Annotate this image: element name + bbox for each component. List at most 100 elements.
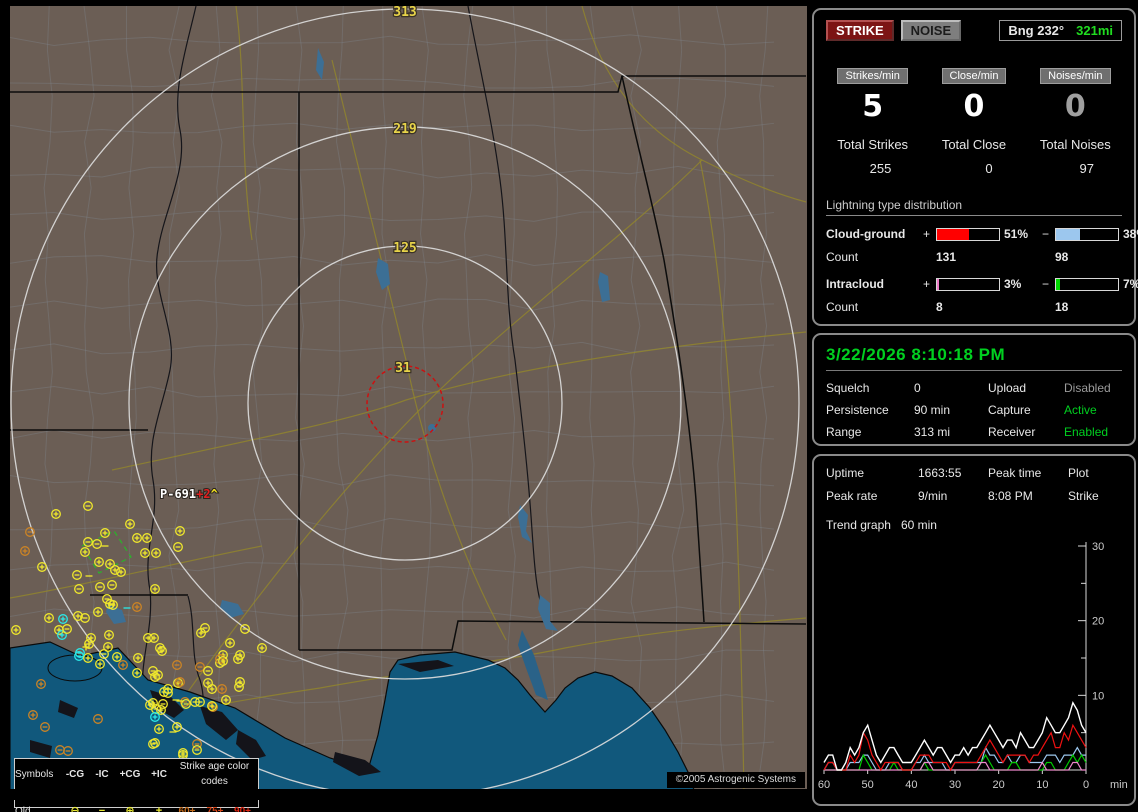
strike-legend: Symbols -CG -IC +CG +IC Strike age color… <box>14 758 259 812</box>
peak-time-label: Peak time <box>988 466 1042 480</box>
noises-per-min-label: Noises/min <box>1040 68 1111 84</box>
plot-value: Strike <box>1068 489 1099 503</box>
noises-per-min-value: 0 <box>1064 89 1086 124</box>
svg-text:min: min <box>1110 779 1128 791</box>
svg-text:30: 30 <box>949 779 961 791</box>
intracloud-counts: Count 8 18 <box>826 300 1122 314</box>
trend-graph: 10 20 30 60 50 40 30 20 10 0 min <box>818 541 1128 791</box>
total-noises-label: Total Noises <box>1039 137 1111 152</box>
range-value: 313 mi <box>914 425 951 439</box>
intracloud-label: Intracloud <box>826 277 885 291</box>
peak-rate-value: 9/min <box>918 489 948 503</box>
peak-time-value: 8:08 PM <box>988 489 1033 503</box>
svg-text:50: 50 <box>862 779 874 791</box>
old-cg-neg-icon: ⊖ <box>70 805 80 812</box>
age-code-90: 90+ <box>234 806 251 812</box>
svg-text:20: 20 <box>993 779 1005 791</box>
bearing-readout: Bng 232° 321mi <box>999 20 1122 41</box>
ring-label-219: 219 <box>393 122 416 137</box>
bearing-distance: 321mi <box>1076 23 1113 38</box>
old-ic-pos-icon: + <box>155 805 163 812</box>
intracloud-row: Intracloud + 3% − 7% <box>826 277 1138 291</box>
old-ic-neg-icon: − <box>98 805 106 812</box>
minus-sign: − <box>1042 277 1050 291</box>
age-code-75: 75+ <box>206 806 224 812</box>
strikes-per-min-value: 5 <box>862 89 884 124</box>
ic-count-label: Count <box>826 300 859 314</box>
minus-sign: − <box>1042 227 1050 241</box>
strikes-per-min-label: Strikes/min <box>837 68 908 84</box>
ic-pos-count: 8 <box>936 300 943 314</box>
close-per-min-label: Close/min <box>941 68 1007 84</box>
trend-graph-label: Trend graph <box>826 518 891 532</box>
total-close-label: Total Close <box>941 137 1007 152</box>
strike-button[interactable]: STRIKE <box>826 20 894 41</box>
ic-neg-pct: 7% <box>1123 277 1138 291</box>
range-label: Range <box>826 425 862 439</box>
map-canvas: 313 219 125 31 P-691+2^ <box>10 6 807 800</box>
peak-rate-label: Peak rate <box>826 489 878 503</box>
svg-text:10: 10 <box>1036 779 1048 791</box>
cloud-ground-counts: Count 131 98 <box>826 250 1122 264</box>
cg-pos-count: 131 <box>936 250 957 264</box>
upload-label: Upload <box>988 381 1027 395</box>
legend-col-cg-neg: -CG <box>65 768 85 780</box>
noise-button[interactable]: NOISE <box>900 20 962 41</box>
ring-label-313: 313 <box>393 6 416 20</box>
total-strikes-label: Total Strikes <box>837 137 909 152</box>
upload-status: Disabled <box>1064 381 1111 395</box>
persistence-label: Persistence <box>826 403 889 417</box>
legend-age-title: Strike age color codes <box>179 761 250 787</box>
plus-sign: + <box>923 227 931 241</box>
storm-cell-label: P-691+2^ <box>160 487 218 501</box>
age-code-60: 60+ <box>178 806 196 812</box>
legend-col-cg-pos: +CG <box>119 768 141 780</box>
persistence-value: 90 min <box>914 403 951 417</box>
plus-sign: + <box>923 277 931 291</box>
status-panel: 3/22/2026 8:10:18 PM Squelch 0 Upload Di… <box>812 333 1136 446</box>
trend-panel: Uptime 1663:55 Peak time Plot Peak rate … <box>812 454 1136 806</box>
capture-label: Capture <box>988 403 1031 417</box>
capture-status: Active <box>1064 403 1097 417</box>
svg-text:10: 10 <box>1092 690 1104 702</box>
trend-window-value: 60 min <box>900 518 937 532</box>
squelch-label: Squelch <box>826 381 870 395</box>
datetime-display: 3/22/2026 8:10:18 PM <box>826 345 1122 371</box>
distribution-title: Lightning type distribution <box>826 198 1122 216</box>
cloud-ground-label: Cloud-ground <box>826 227 906 241</box>
total-noises-value: 97 <box>1079 161 1094 176</box>
cloud-ground-row: Cloud-ground + 51% − 38% <box>826 227 1138 241</box>
squelch-value: 0 <box>914 381 921 395</box>
cg-pos-bar <box>936 227 1000 241</box>
receiver-status: Enabled <box>1064 425 1109 439</box>
cg-pos-pct: 51% <box>1004 227 1029 241</box>
svg-text:60: 60 <box>818 779 830 791</box>
receiver-label: Receiver <box>988 425 1036 439</box>
app-window: 313 219 125 31 P-691+2^ Symbols -CG -IC … <box>0 0 1138 812</box>
total-close-value: 0 <box>985 161 993 176</box>
ic-neg-count: 18 <box>1055 300 1069 314</box>
svg-text:20: 20 <box>1092 616 1104 628</box>
lightning-map[interactable]: 313 219 125 31 P-691+2^ Symbols -CG -IC … <box>10 6 807 812</box>
cg-count-label: Count <box>826 250 859 264</box>
svg-text:0: 0 <box>1083 779 1089 791</box>
legend-old-label: Old <box>15 806 31 812</box>
bearing-label: Bng 232° <box>1008 23 1065 38</box>
map-bottom-bar <box>10 789 807 800</box>
svg-text:40: 40 <box>905 779 917 791</box>
ring-label-31: 31 <box>395 361 411 376</box>
old-cg-pos-icon: ⊕ <box>125 805 135 812</box>
legend-col-ic-pos: +IC <box>151 768 167 780</box>
cg-neg-count: 98 <box>1055 250 1069 264</box>
cg-neg-pct: 38% <box>1123 227 1138 241</box>
copyright-text: ©2005 Astrogenic Systems <box>666 772 805 788</box>
legend-col-ic-neg: -IC <box>95 768 109 780</box>
svg-text:30: 30 <box>1092 541 1104 553</box>
plot-label: Plot <box>1068 466 1089 480</box>
ring-label-125: 125 <box>393 241 416 256</box>
uptime-label: Uptime <box>826 466 865 480</box>
ic-pos-pct: 3% <box>1004 277 1022 291</box>
ic-neg-bar <box>1055 277 1119 291</box>
cg-neg-bar <box>1055 227 1119 241</box>
ic-pos-bar <box>936 277 1000 291</box>
